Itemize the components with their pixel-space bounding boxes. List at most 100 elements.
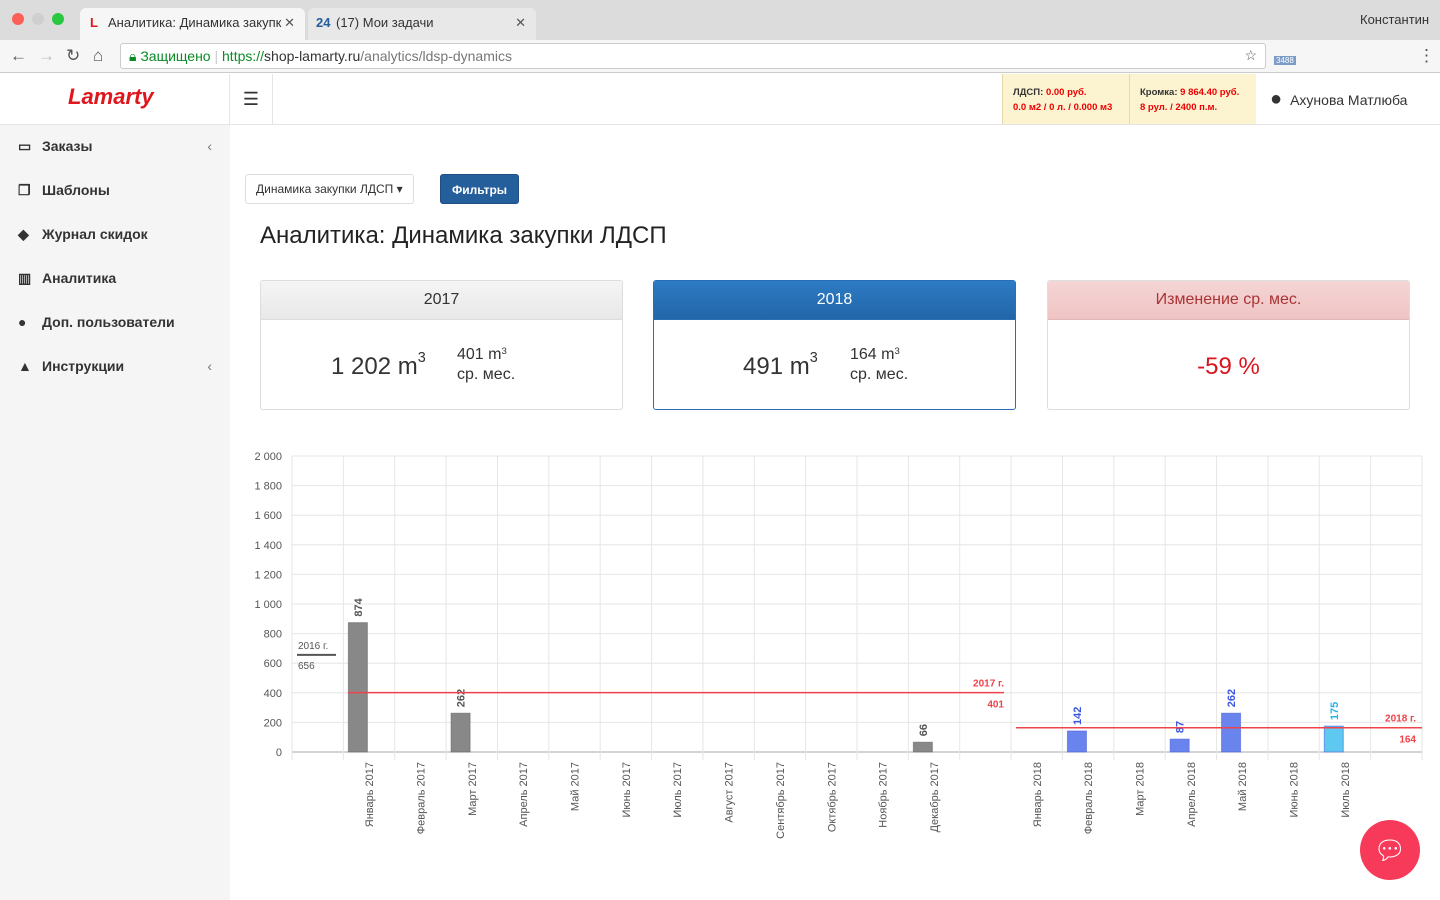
card-title: 2018 <box>654 281 1015 320</box>
avg-value-2018: 164 <box>1399 735 1416 746</box>
edge-cart-summary[interactable]: Кромка: 9 864.40 руб. 8 рул. / 2400 п.м. <box>1129 74 1256 124</box>
inbox-icon: ▭ <box>18 138 32 154</box>
report-type-dropdown[interactable]: Динамика закупки ЛДСП ▾ <box>245 174 414 204</box>
sidebar-item-orders[interactable]: ▭ Заказы ‹ <box>0 125 230 169</box>
x-tick-label: Апрель 2017 <box>518 762 530 827</box>
bookmark-star-icon[interactable]: ☆ <box>1244 47 1257 64</box>
browser-tabbar: L Аналитика: Динамика закупк ✕ 24 (17) Мои … <box>0 0 1440 40</box>
bar <box>1169 738 1190 753</box>
tab-analytics[interactable]: L Аналитика: Динамика закупк ✕ <box>80 8 305 40</box>
y-tick-label: 1 200 <box>254 569 282 581</box>
sidebar-item-analytics[interactable]: ▥ Аналитика <box>0 257 230 301</box>
ldsp-label: ЛДСП: <box>1013 87 1044 98</box>
logo[interactable]: Lamarty <box>0 74 230 124</box>
card-2017: 2017 1 202 m3 401 m3 ср. мес. <box>260 280 623 410</box>
warning-icon: ▲ <box>18 358 32 374</box>
close-tab-icon[interactable]: ✕ <box>515 15 526 31</box>
ldsp-price: 0.00 руб. <box>1045 87 1087 98</box>
card-2018: 2018 491 m3 164 m3 ср. мес. <box>653 280 1016 410</box>
minimize-window-icon[interactable] <box>32 13 44 25</box>
x-tick-label: Май 2017 <box>570 762 582 811</box>
change-value: -59 % <box>1197 353 1260 380</box>
bar-value-label: 175 <box>1329 702 1341 720</box>
y-tick-label: 200 <box>264 717 282 729</box>
chat-button[interactable]: 💬︎ <box>1360 820 1420 880</box>
sidebar-item-users[interactable]: ● Доп. пользователи <box>0 301 230 345</box>
x-tick-label: Апрель 2018 <box>1186 762 1198 827</box>
tasks-favicon: 24 <box>316 15 331 30</box>
tab-tasks[interactable]: 24 (17) Мои задачи ✕ <box>308 8 536 40</box>
menu-dots-icon[interactable]: ⋮ <box>1418 46 1435 66</box>
sidebar-item-label: Журнал скидок <box>42 226 148 242</box>
avg-label: ср. мес. <box>850 366 909 383</box>
x-tick-label: Март 2018 <box>1135 762 1147 816</box>
tab-title: (17) Мои задачи <box>336 15 434 30</box>
avg-label: ср. мес. <box>457 366 516 383</box>
address-bar-row: ← → ↻ ⌂ 🔒︎ Защищено | https://shop-lamar… <box>0 40 1440 73</box>
purchase-dynamics-chart: 0 200 400 600 800 1 000 1 200 1 400 1 600 1 800 2 … <box>254 451 1423 839</box>
ldsp-detail: 0.0 м2 / 0 л. / 0.000 м3 <box>1013 102 1113 113</box>
bar-value-label: 262 <box>456 689 468 707</box>
url-input[interactable]: 🔒︎ Защищено | https://shop-lamarty.ru/an… <box>120 43 1266 69</box>
y-tick-label: 1 400 <box>254 540 282 552</box>
chevron-left-icon: ‹ <box>207 358 212 374</box>
x-tick-label: Январь 2017 <box>364 762 376 827</box>
home-icon[interactable]: ⌂ <box>93 46 103 66</box>
bar-value-label: 142 <box>1072 707 1084 725</box>
filters-button[interactable]: Фильтры <box>440 174 520 204</box>
x-tick-label: Июнь 2018 <box>1289 762 1301 818</box>
x-tick-label: Июль 2017 <box>672 762 684 818</box>
sidebar-item-discounts[interactable]: ◆ Журнал скидок <box>0 213 230 257</box>
close-tab-icon[interactable]: ✕ <box>284 15 295 31</box>
x-tick-label: Август 2017 <box>724 762 736 823</box>
bar <box>450 712 471 753</box>
bar-value-label: 262 <box>1226 689 1238 707</box>
url-path: /analytics/ldsp-dynamics <box>360 48 512 64</box>
bar-chart-icon: ▥ <box>18 270 32 286</box>
url-scheme: https:// <box>222 48 265 64</box>
profile-name[interactable]: Константин <box>1360 12 1429 27</box>
sidebar-item-label: Доп. пользователи <box>42 314 175 330</box>
sidebar-item-label: Заказы <box>42 138 93 154</box>
y-tick-label: 1 000 <box>254 599 282 611</box>
x-tick-label: Май 2018 <box>1237 762 1249 811</box>
avg-value-2017: 401 <box>987 700 1004 711</box>
forward-icon[interactable]: → <box>38 46 55 66</box>
user-menu[interactable]: ● Ахунова Матлюба <box>1270 88 1407 111</box>
hamburger-menu-icon[interactable]: ☰ <box>230 74 273 124</box>
extension-badge[interactable]: 3488 <box>1274 56 1296 65</box>
y-tick-label: 400 <box>264 688 282 700</box>
back-icon[interactable]: ← <box>10 46 27 66</box>
x-tick-label: Июнь 2017 <box>621 762 633 818</box>
avg-value: 401 m <box>457 346 502 363</box>
secure-label: Защищено <box>140 48 211 64</box>
avg-label-2018: 2018 г. <box>1385 714 1416 725</box>
bar-value-label: 874 <box>353 597 365 616</box>
caret-down-icon: ▾ <box>396 182 403 196</box>
bar <box>347 622 368 753</box>
lamarty-favicon: L <box>90 15 98 30</box>
card-change: Изменение ср. мес. -59 % <box>1047 280 1410 410</box>
card-avg: 401 m3 ср. мес. <box>457 346 516 383</box>
card-title: 2017 <box>261 281 622 320</box>
card-total: 491 m3 <box>743 350 818 380</box>
edge-label: Кромка: <box>1140 87 1178 98</box>
reload-icon[interactable]: ↻ <box>66 46 80 66</box>
page-title: Аналитика: Динамика закупки ЛДСП <box>260 222 667 249</box>
bar <box>1066 730 1087 753</box>
sidebar-item-templates[interactable]: ❐ Шаблоны <box>0 169 230 213</box>
url-host: shop-lamarty.ru <box>264 48 361 64</box>
avg-value-2016: 656 <box>298 661 315 672</box>
sidebar-item-label: Аналитика <box>42 270 117 286</box>
close-window-icon[interactable] <box>12 13 24 25</box>
ldsp-cart-summary[interactable]: ЛДСП: 0.00 руб. 0.0 м2 / 0 л. / 0.000 м3 <box>1002 74 1129 124</box>
logo-text: Lamarty <box>68 84 154 109</box>
sidebar-item-instructions[interactable]: ▲ Инструкции ‹ <box>0 345 230 389</box>
lock-icon: 🔒︎ <box>129 48 137 64</box>
x-tick-label: Ноябрь 2017 <box>878 762 890 828</box>
users-icon: ● <box>18 314 27 330</box>
maximize-window-icon[interactable] <box>52 13 64 25</box>
x-tick-label: Март 2017 <box>467 762 479 816</box>
sidebar-item-label: Инструкции <box>42 358 125 374</box>
x-tick-label: Сентябрь 2017 <box>775 762 787 839</box>
